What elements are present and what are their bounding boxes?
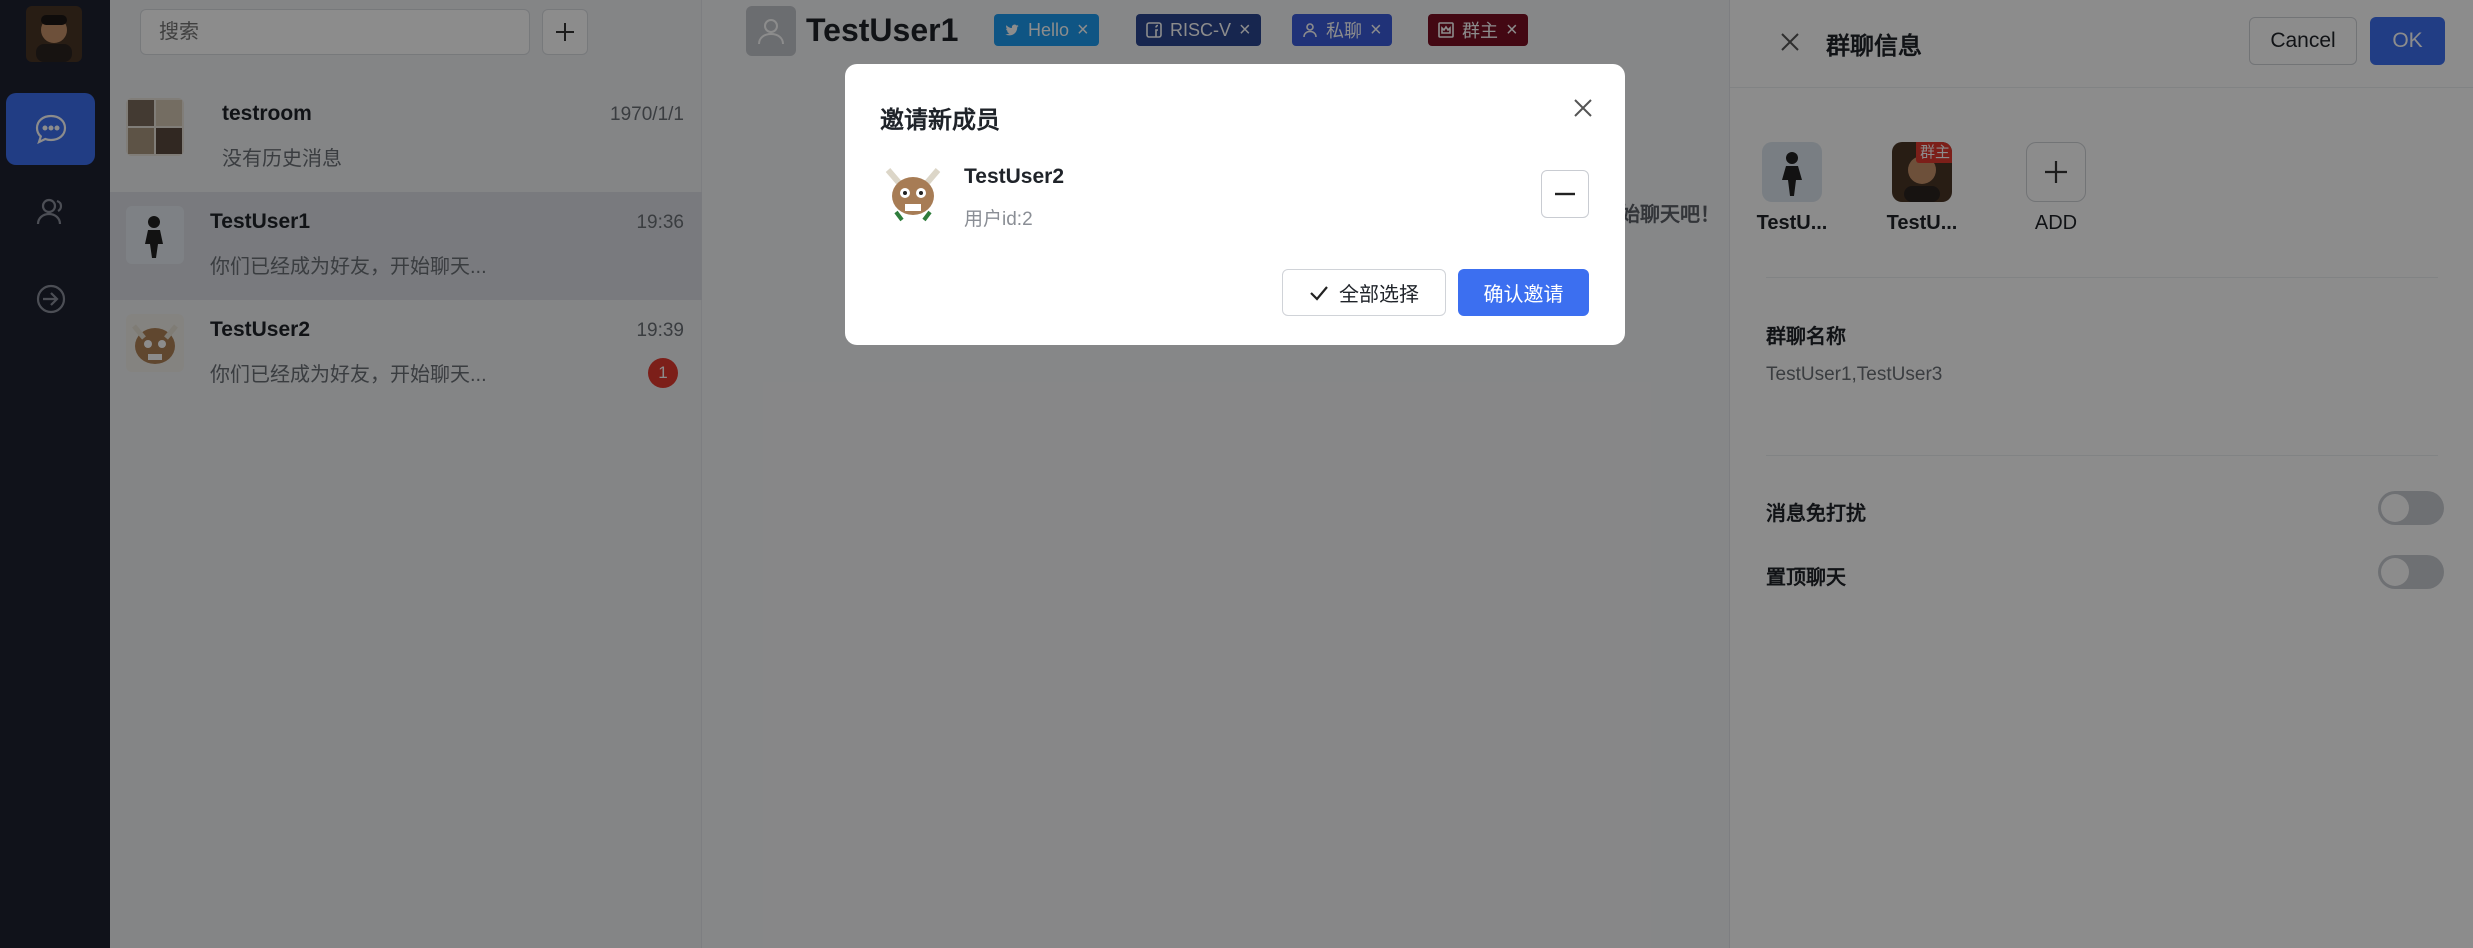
remove-invitee-button[interactable] xyxy=(1541,170,1589,218)
invitee-avatar xyxy=(882,160,944,222)
select-all-label: 全部选择 xyxy=(1339,284,1419,306)
drawer-dim xyxy=(1729,0,2473,948)
select-all-button[interactable]: 全部选择 xyxy=(1282,269,1446,316)
check-icon xyxy=(1310,285,1328,301)
modal-close-icon[interactable] xyxy=(1567,92,1599,124)
minus-icon xyxy=(1555,192,1575,196)
invitee-id: 用户id:2 xyxy=(964,209,1033,230)
invitee-name: TestUser2 xyxy=(964,165,1064,188)
invite-modal: 邀请新成员 TestUser2 用户id:2 全部选择 确认邀请 xyxy=(845,64,1625,345)
confirm-invite-button[interactable]: 确认邀请 xyxy=(1458,269,1589,316)
modal-title: 邀请新成员 xyxy=(880,107,1000,134)
